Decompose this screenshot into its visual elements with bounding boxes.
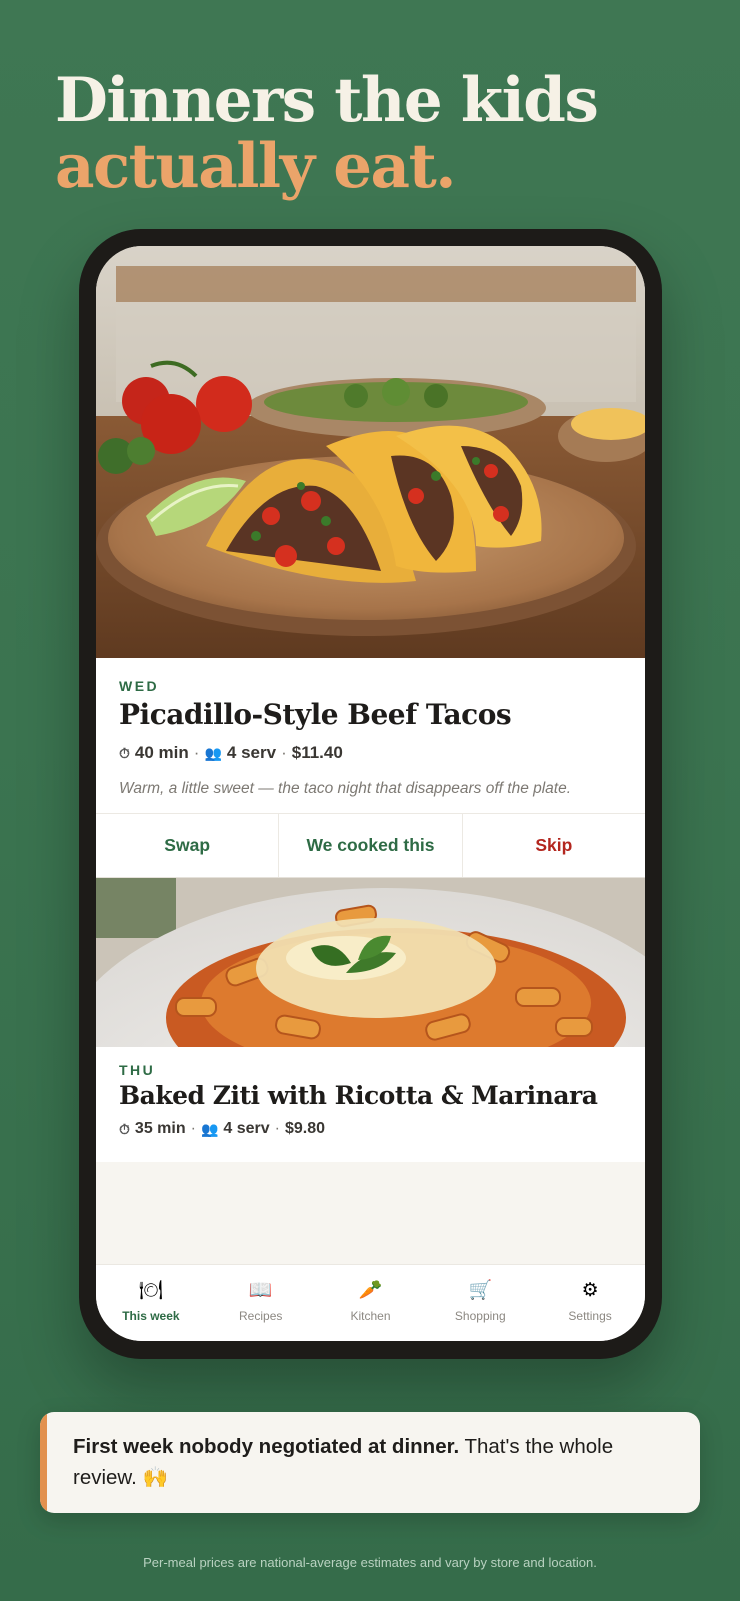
we-cooked-this-button[interactable]: We cooked this: [279, 814, 463, 877]
gear-icon: ⚙: [581, 1280, 599, 1301]
meal-day: THU: [119, 1062, 156, 1078]
tab-label: Recipes: [239, 1309, 283, 1323]
meal-day: WED: [119, 678, 160, 694]
tab-label: Settings: [568, 1309, 612, 1323]
tab-label: Kitchen: [350, 1309, 391, 1323]
meal-servings: 4 serv: [223, 1120, 270, 1137]
meta-separator: ·: [274, 1120, 280, 1137]
carrot-icon: 🥕: [358, 1280, 383, 1301]
meal-title: Baked Ziti with Ricotta & Marinara: [119, 1081, 598, 1110]
meal-servings: 4 serv: [226, 743, 277, 762]
skip-button[interactable]: Skip: [463, 814, 645, 877]
tacos-photo: [96, 246, 645, 658]
review-bold: First week nobody negotiated at dinner.: [73, 1435, 460, 1458]
phone-screen: WED Picadillo-Style Beef Tacos ⏱ 40 min …: [96, 246, 645, 1341]
meal-card-wed[interactable]: WED Picadillo-Style Beef Tacos ⏱ 40 min …: [96, 658, 645, 813]
headline-line-1: Dinners the kids: [55, 65, 599, 136]
meal-time: 35 min: [134, 1120, 186, 1137]
meal-meta: ⏱ 35 min · 👥 4 serv · $9.80: [119, 1120, 325, 1138]
meta-separator: ·: [193, 743, 200, 762]
meal-actions: Swap We cooked this Skip: [96, 813, 645, 877]
tab-shopping[interactable]: 🛒 Shopping: [425, 1265, 535, 1341]
people-icon: 👥: [200, 1120, 219, 1137]
tab-bar: 🍽 This week 📖 Recipes 🥕 Kitchen 🛒 Shoppi…: [96, 1264, 645, 1341]
review-quote: First week nobody negotiated at dinner. …: [40, 1412, 700, 1513]
stopwatch-icon: ⏱: [119, 744, 130, 761]
meal-price: $11.40: [291, 743, 343, 762]
baked-ziti-photo: [96, 877, 645, 1047]
tab-recipes[interactable]: 📖 Recipes: [206, 1265, 316, 1341]
meal-time: 40 min: [134, 743, 189, 762]
cart-icon: 🛒: [468, 1280, 493, 1301]
people-icon: 👥: [204, 744, 222, 761]
meal-meta: ⏱ 40 min · 👥 4 serv · $11.40: [119, 743, 343, 763]
tab-label: This week: [122, 1309, 180, 1323]
meal-price: $9.80: [284, 1120, 326, 1137]
review-accent-bar: [40, 1412, 47, 1513]
meta-separator: ·: [281, 743, 287, 762]
review-text: First week nobody negotiated at dinner. …: [73, 1431, 673, 1493]
plate-icon: 🍽: [138, 1280, 163, 1301]
stopwatch-icon: ⏱: [119, 1120, 130, 1137]
meta-separator: ·: [190, 1120, 196, 1137]
list-empty-space: [96, 1162, 645, 1264]
book-icon: 📖: [248, 1280, 273, 1301]
tab-kitchen[interactable]: 🥕 Kitchen: [316, 1265, 426, 1341]
headline: Dinners the kids actually eat.: [55, 65, 599, 202]
phone-frame: WED Picadillo-Style Beef Tacos ⏱ 40 min …: [79, 229, 662, 1359]
price-disclaimer: Per-meal prices are national-average est…: [143, 1555, 597, 1570]
swap-button[interactable]: Swap: [96, 814, 280, 877]
meal-title: Picadillo-Style Beef Tacos: [119, 698, 512, 731]
meal-card-thu[interactable]: THU Baked Ziti with Ricotta & Marinara ⏱…: [96, 1047, 645, 1162]
tab-settings[interactable]: ⚙ Settings: [535, 1265, 645, 1341]
meal-description: Warm, a little sweet — the taco night th…: [119, 780, 572, 797]
tab-label: Shopping: [454, 1309, 506, 1323]
headline-line-2: actually eat.: [55, 131, 457, 202]
tab-this-week[interactable]: 🍽 This week: [96, 1265, 206, 1341]
